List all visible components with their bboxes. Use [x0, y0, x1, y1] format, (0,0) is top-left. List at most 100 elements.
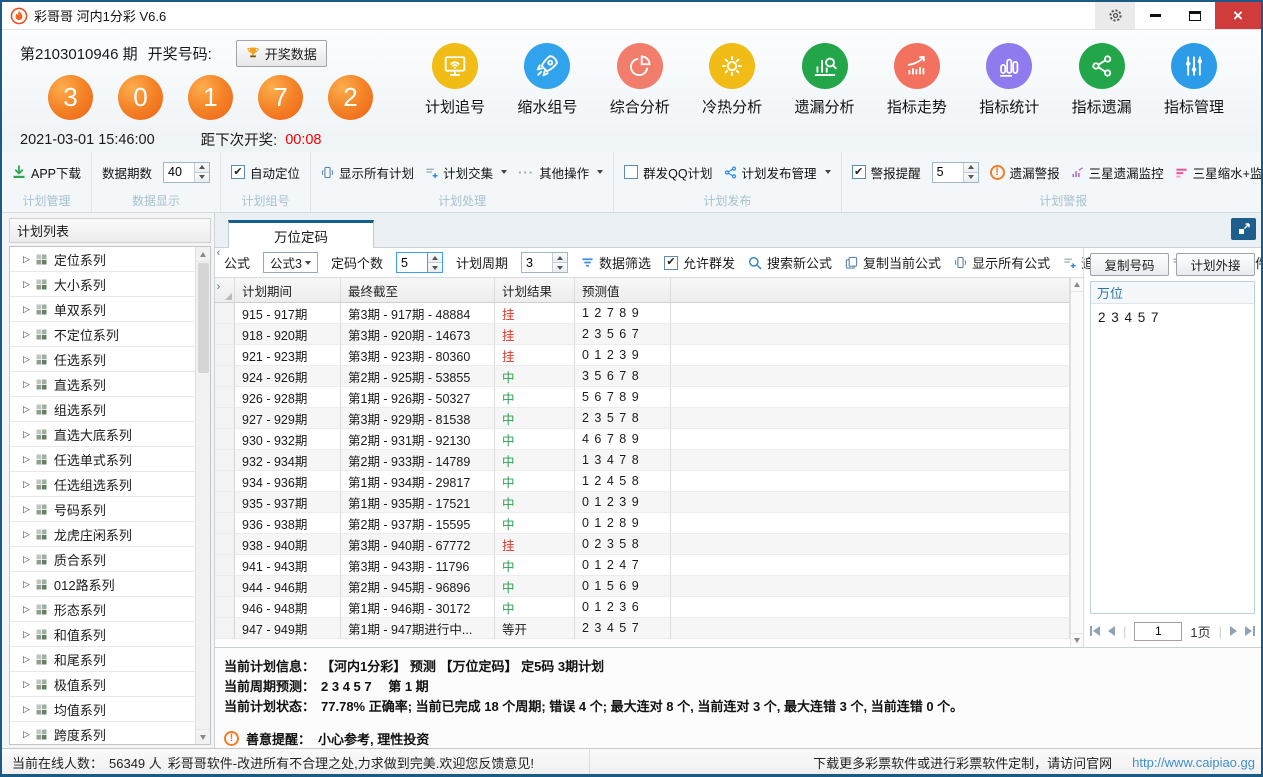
- tree-item-series[interactable]: ▷ 龙虎庄闲系列: [10, 522, 195, 547]
- tree-expand-icon[interactable]: ▷: [23, 504, 30, 515]
- tree-expand-icon[interactable]: ▷: [23, 454, 30, 465]
- table-row[interactable]: 927 - 929期 第3期 - 929期 - 81538 中 2 3 5 7 …: [215, 408, 1070, 429]
- tree-expand-icon[interactable]: ▷: [23, 554, 30, 565]
- star3-monitor-button[interactable]: 三星遗漏监控: [1071, 163, 1164, 182]
- plan-intersect-dropdown[interactable]: 计划交集: [425, 163, 507, 182]
- expand-panel-icon[interactable]: [1231, 218, 1256, 240]
- column-header-period[interactable]: 计划期间: [235, 278, 341, 303]
- tree-expand-icon[interactable]: ▷: [23, 729, 30, 740]
- tree-expand-icon[interactable]: ▷: [23, 704, 30, 715]
- table-row[interactable]: 936 - 938期 第2期 - 937期 - 15595 中 0 1 2 8 …: [215, 513, 1070, 534]
- plan-publish-dropdown[interactable]: 计划发布管理: [724, 163, 831, 182]
- row-selector[interactable]: [215, 408, 235, 429]
- row-selector[interactable]: [215, 576, 235, 597]
- table-row[interactable]: 938 - 940期 第3期 - 940期 - 67772 挂 0 2 3 5 …: [215, 534, 1070, 555]
- table-row[interactable]: 934 - 936期 第1期 - 934期 - 29817 中 1 2 4 5 …: [215, 471, 1070, 492]
- tree-item-series[interactable]: ▷ 单双系列: [10, 297, 195, 322]
- tree-item-series[interactable]: ▷ 组选系列: [10, 397, 195, 422]
- spin-up-icon[interactable]: [964, 163, 978, 172]
- table-row[interactable]: 930 - 932期 第2期 - 931期 - 92130 中 4 6 7 8 …: [215, 429, 1070, 450]
- tree-item-series[interactable]: ▷ 均值系列: [10, 697, 195, 722]
- tree-item-series[interactable]: ▷ 形态系列: [10, 597, 195, 622]
- cycle-stepper[interactable]: [521, 252, 568, 273]
- tree-item-series[interactable]: ▷ 任选组选系列: [10, 472, 195, 497]
- scroll-up-icon[interactable]: [196, 247, 210, 262]
- spin-up-icon[interactable]: [553, 253, 567, 262]
- tree-item-series[interactable]: ▷ 和值系列: [10, 622, 195, 647]
- row-selector[interactable]: [215, 513, 235, 534]
- tree-expand-icon[interactable]: ▷: [23, 579, 30, 590]
- table-row[interactable]: 926 - 928期 第1期 - 926期 - 50327 中 5 6 7 8 …: [215, 387, 1070, 408]
- table-scrollbar[interactable]: [1070, 278, 1083, 647]
- row-selector[interactable]: [215, 597, 235, 618]
- row-selector[interactable]: [215, 366, 235, 387]
- formula-select[interactable]: 公式3: [263, 252, 318, 273]
- plan-external-button[interactable]: 计划外接: [1176, 253, 1255, 276]
- checkbox-checked-icon[interactable]: [664, 256, 678, 270]
- draw-data-button[interactable]: 开奖数据: [236, 40, 327, 67]
- other-ops-dropdown[interactable]: ··· 其他操作: [518, 163, 603, 182]
- tree-expand-icon[interactable]: ▷: [23, 679, 30, 690]
- tree-expand-icon[interactable]: ▷: [23, 529, 30, 540]
- table-row[interactable]: 941 - 943期 第3期 - 943期 - 11796 中 0 1 2 4 …: [215, 555, 1070, 576]
- tree-expand-icon[interactable]: ▷: [23, 304, 30, 315]
- tree-expand-icon[interactable]: ▷: [23, 379, 30, 390]
- tree-item-series[interactable]: ▷ 不定位系列: [10, 322, 195, 347]
- scroll-down-icon[interactable]: [1071, 633, 1083, 647]
- row-selector[interactable]: [215, 345, 235, 366]
- table-row[interactable]: 915 - 917期 第3期 - 917期 - 48884 挂 1 2 7 8 …: [215, 303, 1070, 324]
- sidebar-collapse-handle[interactable]: ‹›: [214, 247, 223, 293]
- alert-value-stepper[interactable]: [932, 162, 979, 183]
- nav-button[interactable]: 综合分析: [595, 43, 685, 152]
- tree-expand-icon[interactable]: ▷: [23, 479, 30, 490]
- column-header-end[interactable]: 最终截至: [341, 278, 495, 303]
- star3-shrink-button[interactable]: 三星缩水+监控: [1175, 163, 1263, 182]
- code-count-input[interactable]: [397, 253, 427, 272]
- row-selector[interactable]: [215, 555, 235, 576]
- checkbox-checked-icon[interactable]: [231, 165, 245, 179]
- predicted-numbers-box[interactable]: 2 3 4 5 7: [1091, 304, 1254, 613]
- spin-down-icon[interactable]: [553, 262, 567, 272]
- nav-button[interactable]: 指标统计: [964, 43, 1054, 152]
- tree-expand-icon[interactable]: ▷: [23, 279, 30, 290]
- tree-expand-icon[interactable]: ▷: [23, 354, 30, 365]
- alert-remind-checkbox[interactable]: 警报提醒: [852, 163, 921, 182]
- page-input[interactable]: [1134, 622, 1182, 641]
- close-button[interactable]: ×: [1215, 2, 1261, 29]
- row-selector[interactable]: [215, 471, 235, 492]
- nav-button[interactable]: 冷热分析: [687, 43, 777, 152]
- data-periods-input[interactable]: [164, 163, 194, 182]
- last-page-icon[interactable]: [1245, 626, 1255, 636]
- row-selector[interactable]: [215, 303, 235, 324]
- sidebar-scrollbar[interactable]: [195, 247, 210, 744]
- table-row[interactable]: 921 - 923期 第3期 - 923期 - 80360 挂 0 1 2 3 …: [215, 345, 1070, 366]
- table-row[interactable]: 935 - 937期 第1期 - 935期 - 17521 中 0 1 2 3 …: [215, 492, 1070, 513]
- column-header-result[interactable]: 计划结果: [495, 278, 575, 303]
- tree-expand-icon[interactable]: ▷: [23, 429, 30, 440]
- column-header-predict[interactable]: 预测值: [575, 278, 671, 303]
- spin-down-icon[interactable]: [195, 172, 209, 182]
- tree-expand-icon[interactable]: ▷: [23, 629, 30, 640]
- scrollbar-thumb[interactable]: [198, 263, 209, 373]
- table-row[interactable]: 918 - 920期 第3期 - 920期 - 14673 挂 2 3 5 6 …: [215, 324, 1070, 345]
- row-selector[interactable]: [215, 324, 235, 345]
- row-selector[interactable]: [215, 492, 235, 513]
- tree-expand-icon[interactable]: ▷: [23, 404, 30, 415]
- nav-button[interactable]: 缩水组号: [502, 43, 592, 152]
- table-row[interactable]: 932 - 934期 第2期 - 933期 - 14789 中 1 3 4 7 …: [215, 450, 1070, 471]
- nav-button[interactable]: 指标管理: [1149, 43, 1239, 152]
- tree-item-series[interactable]: ▷ 大小系列: [10, 272, 195, 297]
- tree-item-series[interactable]: ▷ 任选单式系列: [10, 447, 195, 472]
- row-selector[interactable]: [215, 534, 235, 555]
- prev-page-icon[interactable]: [1108, 626, 1115, 636]
- show-all-formula-button[interactable]: 显示所有公式: [954, 253, 1050, 272]
- spin-up-icon[interactable]: [195, 163, 209, 172]
- tree-item-series[interactable]: ▷ 定位系列: [10, 247, 195, 272]
- table-row[interactable]: 944 - 946期 第2期 - 945期 - 96896 中 0 1 5 6 …: [215, 576, 1070, 597]
- table-row[interactable]: 924 - 926期 第2期 - 925期 - 53855 中 3 5 6 7 …: [215, 366, 1070, 387]
- tree-item-series[interactable]: ▷ 号码系列: [10, 497, 195, 522]
- checkbox-unchecked-icon[interactable]: [624, 165, 638, 179]
- tree-item-series[interactable]: ▷ 极值系列: [10, 672, 195, 697]
- tree-item-series[interactable]: ▷ 直选大底系列: [10, 422, 195, 447]
- allow-send-checkbox[interactable]: 允许群发: [664, 253, 735, 272]
